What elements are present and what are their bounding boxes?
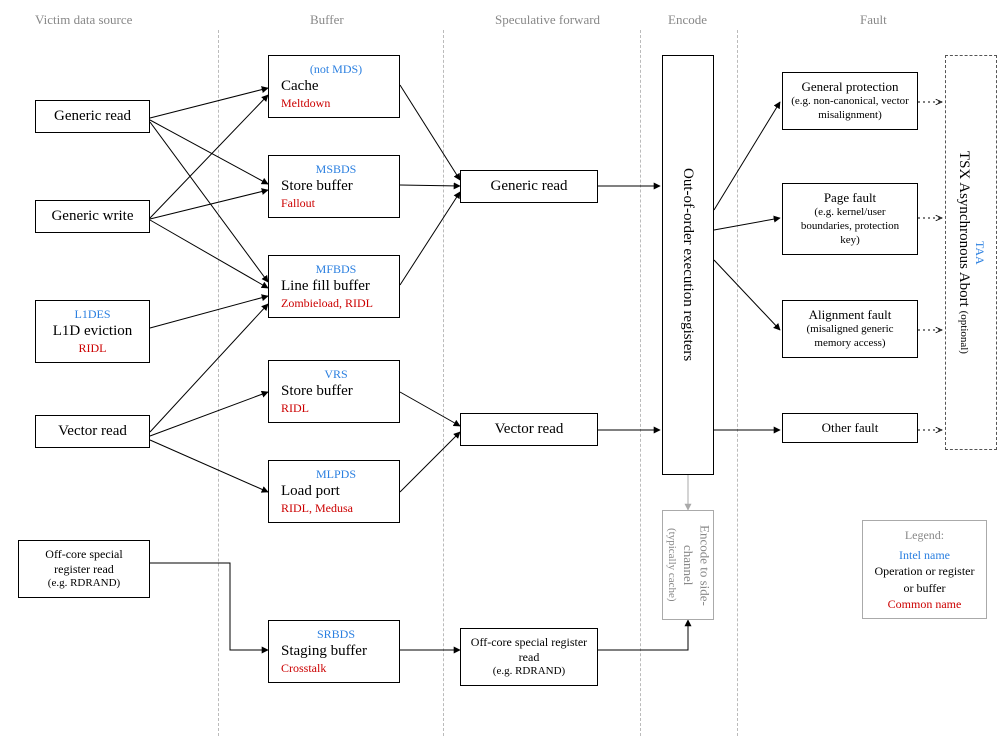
intel-label: VRS (281, 367, 391, 382)
victim-generic-read: Generic read (35, 100, 150, 133)
victim-offcore-read: Off-core special register read (e.g. RDR… (18, 540, 150, 598)
divider-4 (737, 30, 738, 736)
buffer-load-port: MLPDS Load port RIDL, Medusa (268, 460, 400, 523)
intel-label: L1DES (44, 307, 141, 322)
label: Load port (281, 482, 391, 501)
fault-page-fault: Page fault (e.g. kernel/user boundaries,… (782, 183, 918, 255)
intel-label: TAA (973, 151, 987, 354)
legend-intel: Intel name (873, 547, 976, 563)
divider-3 (640, 30, 641, 736)
label: Store buffer (281, 177, 391, 196)
label: Generic write (44, 207, 141, 226)
label: Alignment fault (791, 307, 909, 323)
encode-side-channel: Encode to side-channel (typically cache) (662, 510, 714, 620)
label: Vector read (469, 420, 589, 439)
buffer-store-msbds: MSBDS Store buffer Fallout (268, 155, 400, 218)
victim-generic-write: Generic write (35, 200, 150, 233)
label: General protection (791, 79, 909, 95)
common-label: Fallout (281, 196, 391, 211)
col-victim-header: Victim data source (35, 12, 132, 28)
spec-generic-read: Generic read (460, 170, 598, 203)
col-spec-header: Speculative forward (495, 12, 600, 28)
label: L1D eviction (44, 322, 141, 341)
sublabel: (e.g. kernel/user boundaries, protection… (791, 206, 909, 247)
label: Staging buffer (281, 642, 391, 661)
label: Off-core special register read (469, 635, 589, 665)
sublabel: (optional) (958, 311, 970, 354)
common-label: RIDL (44, 341, 141, 356)
intel-label: SRBDS (281, 627, 391, 642)
legend-common: Common name (873, 596, 976, 612)
col-buffer-header: Buffer (310, 12, 344, 28)
tsx-abort: TAA TSX Asynchronous Abort (optional) (945, 55, 997, 450)
label: Out-of-order execution registers (679, 168, 697, 361)
legend-op: Operation or register or buffer (873, 563, 976, 595)
label: Vector read (44, 422, 141, 441)
spec-offcore-read: Off-core special register read (e.g. RDR… (460, 628, 598, 686)
sublabel: (e.g. RDRAND) (469, 665, 589, 679)
victim-l1d-eviction: L1DES L1D eviction RIDL (35, 300, 150, 363)
label: Off-core special register read (27, 547, 141, 577)
intel-label: MFBDS (281, 262, 391, 277)
divider-1 (218, 30, 219, 736)
label: Store buffer (281, 382, 391, 401)
fault-alignment: Alignment fault (misaligned generic memo… (782, 300, 918, 358)
intel-label: MSBDS (281, 162, 391, 177)
common-label: Crosstalk (281, 661, 391, 676)
intel-label: MLPDS (281, 467, 391, 482)
victim-vector-read: Vector read (35, 415, 150, 448)
label: Cache (281, 77, 391, 96)
sublabel: (e.g. non-canonical, vector misalignment… (791, 95, 909, 123)
common-label: RIDL (281, 401, 391, 416)
col-fault-header: Fault (860, 12, 887, 28)
label: Encode to side-channel (681, 525, 712, 606)
label: Generic read (469, 177, 589, 196)
legend-box: Legend: Intel name Operation or register… (862, 520, 987, 619)
common-label: RIDL, Medusa (281, 501, 391, 516)
sublabel: (typically cache) (666, 528, 678, 602)
legend-title: Legend: (873, 527, 976, 543)
fault-other: Other fault (782, 413, 918, 443)
sublabel: (e.g. RDRAND) (27, 577, 141, 591)
label: Page fault (791, 190, 909, 206)
label: Generic read (44, 107, 141, 126)
divider-2 (443, 30, 444, 736)
common-label: Zombieload, RIDL (281, 296, 391, 311)
label: TSX Asynchronous Abort (956, 151, 972, 307)
fault-general-protection: General protection (e.g. non-canonical, … (782, 72, 918, 130)
buffer-store-vrs: VRS Store buffer RIDL (268, 360, 400, 423)
label: Other fault (791, 420, 909, 436)
spec-vector-read: Vector read (460, 413, 598, 446)
common-label: Meltdown (281, 96, 391, 111)
buffer-cache: (not MDS) Cache Meltdown (268, 55, 400, 118)
buffer-staging: SRBDS Staging buffer Crosstalk (268, 620, 400, 683)
encode-ooo-registers: Out-of-order execution registers (662, 55, 714, 475)
sublabel: (misaligned generic memory access) (791, 323, 909, 351)
buffer-line-fill: MFBDS Line fill buffer Zombieload, RIDL (268, 255, 400, 318)
col-encode-header: Encode (668, 12, 707, 28)
intel-label: (not MDS) (281, 62, 391, 77)
label: Line fill buffer (281, 277, 391, 296)
